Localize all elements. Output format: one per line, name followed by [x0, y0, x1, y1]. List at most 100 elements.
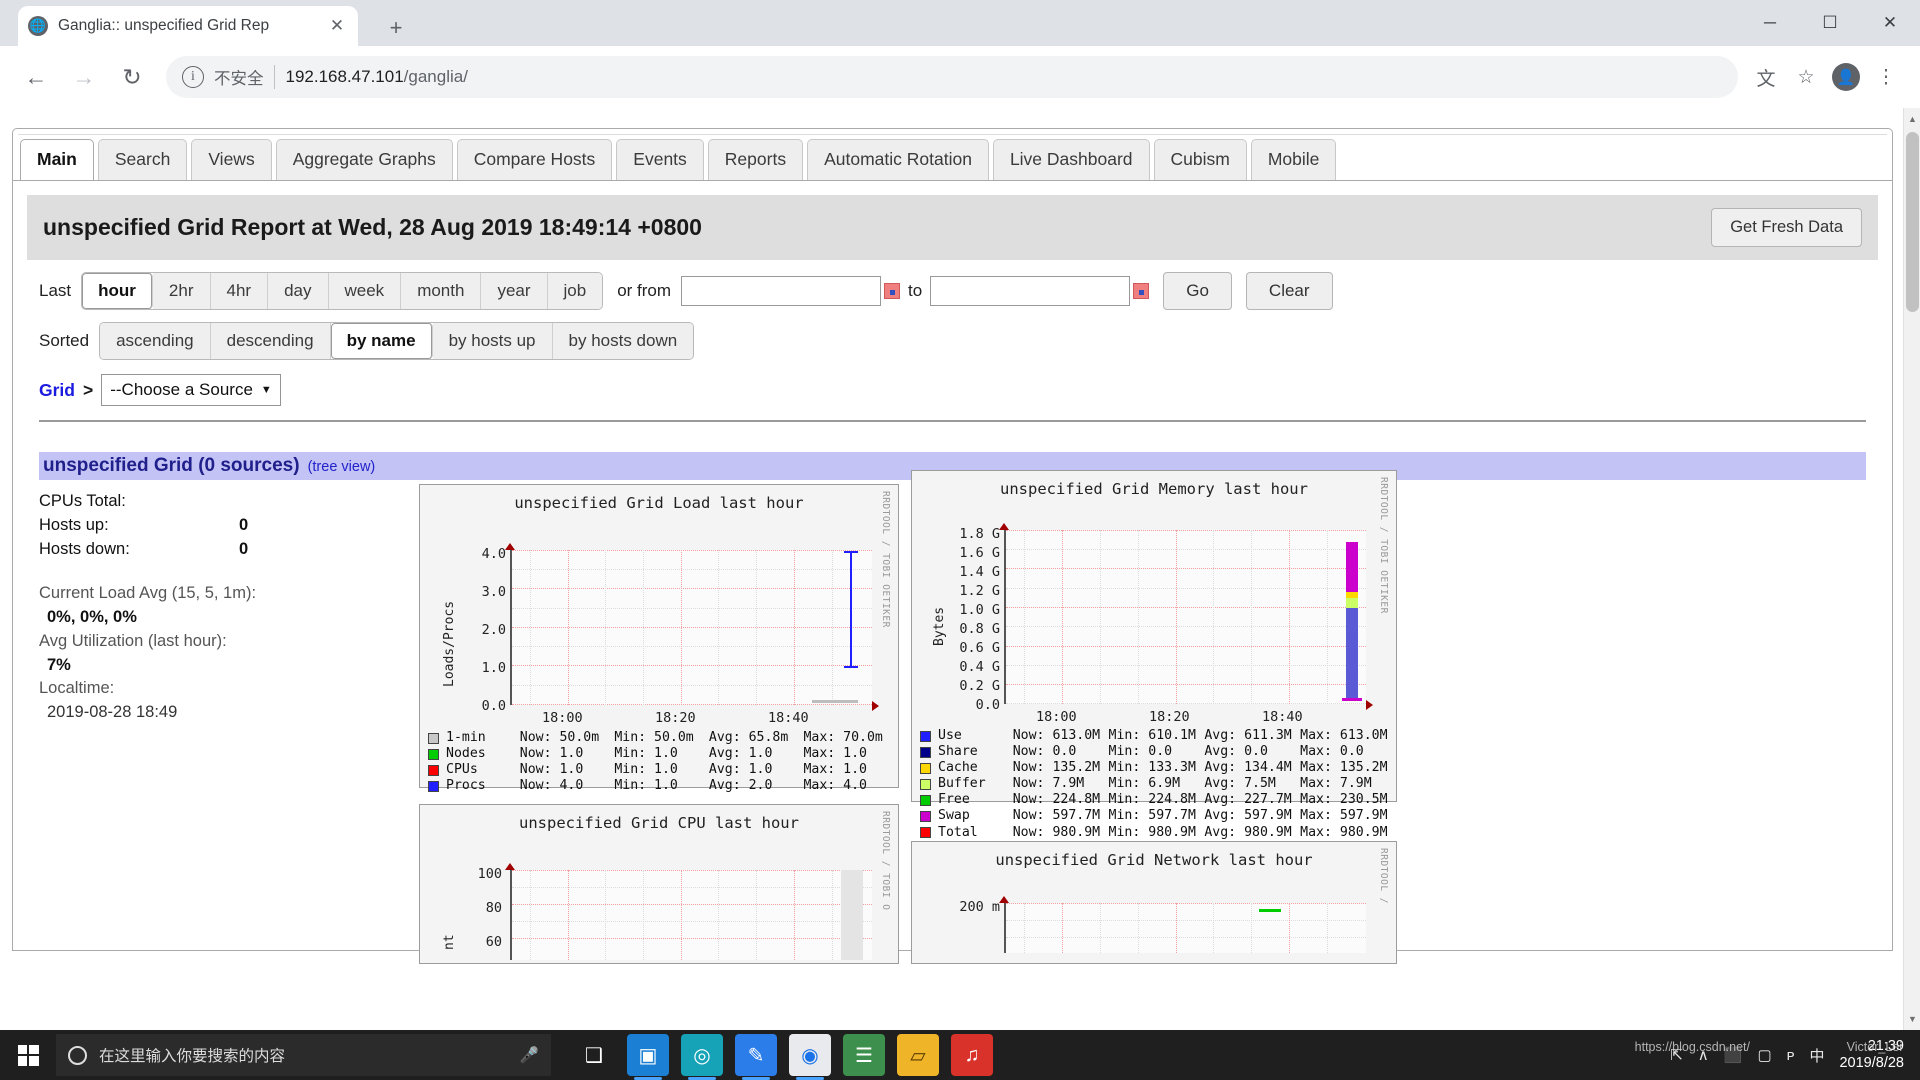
sort-ascending[interactable]: ascending [100, 323, 211, 359]
chrome-menu-icon[interactable]: ⋮ [1866, 57, 1906, 97]
memory-y-arrow-icon [999, 523, 1009, 530]
legend-max-free: Max: 230.5M [1300, 792, 1396, 808]
grid-network-graph[interactable]: unspecified Grid Network last hour RRDTO… [911, 841, 1397, 964]
grid-cpu-graph[interactable]: unspecified Grid CPU last hour RRDTOOL /… [419, 804, 899, 964]
app-pen-icon[interactable]: ✎ [735, 1034, 777, 1076]
cpu-y-axis-label: nt [442, 934, 457, 950]
address-bar[interactable]: i 不安全 192.168.47.101/ganglia/ [166, 56, 1738, 98]
reload-icon[interactable]: ↻ [110, 55, 154, 99]
browser-tab[interactable]: 🌐 Ganglia:: unspecified Grid Rep ✕ [18, 6, 358, 46]
tab-views[interactable]: Views [191, 139, 271, 180]
tab-cubism[interactable]: Cubism [1154, 139, 1247, 180]
scroll-down-icon[interactable]: ▼ [1904, 1010, 1920, 1028]
from-date-input[interactable] [681, 276, 881, 306]
scrollbar-thumb[interactable] [1906, 132, 1919, 312]
get-fresh-data-button[interactable]: Get Fresh Data [1711, 208, 1862, 247]
legend-swatch-swap [920, 811, 931, 822]
browser-toolbar: ← → ↻ i 不安全 192.168.47.101/ganglia/ 文 ☆ … [0, 46, 1920, 108]
legend-min-swap: Min: 597.7M [1109, 808, 1205, 824]
app-spiral-icon[interactable]: ◎ [681, 1034, 723, 1076]
tab-main[interactable]: Main [20, 139, 94, 180]
legend-name-use: Use [938, 728, 1013, 744]
microphone-icon[interactable]: 🎤 [520, 1046, 539, 1065]
file-explorer-icon[interactable]: ▱ [897, 1034, 939, 1076]
tab-compare-hosts[interactable]: Compare Hosts [457, 139, 613, 180]
legend-max-cpus: Max: 1.0 [803, 762, 898, 778]
mem-ytick-9: 0.0 [936, 697, 1000, 713]
translate-icon[interactable]: 文 [1746, 57, 1786, 97]
back-icon[interactable]: ← [14, 55, 58, 99]
security-status-label: 不安全 [214, 65, 275, 89]
close-window-button[interactable]: ✕ [1860, 0, 1920, 46]
page-scrollbar[interactable]: ▲ ▼ [1903, 108, 1920, 1030]
task-view-icon[interactable]: ❑ [573, 1034, 615, 1076]
chrome-icon[interactable]: ◉ [789, 1034, 831, 1076]
taskbar-search-box[interactable]: 在这里输入你要搜索的内容 🎤 [56, 1034, 551, 1076]
range-month[interactable]: month [401, 273, 481, 309]
app-blue-icon[interactable]: ▣ [627, 1034, 669, 1076]
new-tab-button[interactable]: + [380, 12, 412, 44]
app-green-icon[interactable]: ☰ [843, 1034, 885, 1076]
localtime-label: Localtime: [39, 677, 419, 701]
close-icon[interactable]: ✕ [326, 16, 348, 36]
tree-view-link[interactable]: (tree view) [308, 459, 376, 475]
legend-row: Cache Now: 135.2M Min: 133.3M Avg: 134.4… [912, 760, 1396, 776]
tab-reports[interactable]: Reports [708, 139, 803, 180]
tab-events[interactable]: Events [616, 139, 704, 180]
start-button[interactable] [0, 1030, 56, 1080]
minimize-button[interactable]: ─ [1740, 0, 1800, 46]
choose-source-select[interactable]: --Choose a Source ▼ [101, 374, 281, 406]
clear-button[interactable]: Clear [1246, 272, 1333, 310]
range-hour[interactable]: hour [82, 273, 153, 309]
site-info-icon[interactable]: i [182, 66, 204, 88]
grid-load-graph[interactable]: unspecified Grid Load last hour RRDTOOL … [419, 484, 899, 788]
mem-ytick-5: 0.8 G [936, 621, 1000, 637]
load-ytick-4: 4.0 [444, 546, 506, 562]
tab-live-dashboard[interactable]: Live Dashboard [993, 139, 1150, 180]
tab-search[interactable]: Search [98, 139, 187, 180]
mem-ytick-3: 1.2 G [936, 583, 1000, 599]
mem-ytick-0: 1.8 G [936, 526, 1000, 542]
tab-title: Ganglia:: unspecified Grid Rep [58, 17, 326, 35]
tray-ime-icon[interactable]: 中 [1809, 1045, 1824, 1066]
profile-avatar[interactable]: 👤 [1826, 57, 1866, 97]
sort-group: ascending descending by name by hosts up… [99, 322, 694, 360]
cpu-graph-title: unspecified Grid CPU last hour [420, 805, 898, 832]
sort-by-hosts-up[interactable]: by hosts up [433, 323, 553, 359]
sort-descending[interactable]: descending [211, 323, 331, 359]
netease-music-icon[interactable]: ♫ [951, 1034, 993, 1076]
stat-label-hosts-down: Hosts down: [39, 538, 239, 562]
range-job[interactable]: job [548, 273, 603, 309]
mem-ytick-2: 1.4 G [936, 564, 1000, 580]
range-4hr[interactable]: 4hr [211, 273, 269, 309]
calendar-icon[interactable] [884, 283, 900, 299]
tray-network-icon[interactable]: ▢ [1757, 1046, 1771, 1064]
tab-automatic-rotation[interactable]: Automatic Rotation [807, 139, 989, 180]
go-button[interactable]: Go [1163, 272, 1232, 310]
legend-now-cpus: Now: 1.0 [520, 762, 615, 778]
scroll-up-icon[interactable]: ▲ [1904, 110, 1920, 128]
grid-memory-graph[interactable]: unspecified Grid Memory last hour RRDTOO… [911, 470, 1397, 802]
sort-by-hosts-down[interactable]: by hosts down [553, 323, 694, 359]
range-2hr[interactable]: 2hr [153, 273, 211, 309]
toolbar-icon-group: 文 ☆ 👤 ⋮ [1746, 57, 1906, 97]
cpu-ytick-80: 80 [440, 900, 502, 916]
sort-by-name[interactable]: by name [331, 323, 433, 359]
legend-min-procs: Min: 1.0 [614, 778, 709, 794]
legend-row: Use Now: 613.0M Min: 610.1M Avg: 611.3M … [912, 728, 1396, 744]
maximize-button[interactable]: ☐ [1800, 0, 1860, 46]
calendar-icon-2[interactable] [1133, 283, 1149, 299]
to-date-input[interactable] [930, 276, 1130, 306]
tab-aggregate-graphs[interactable]: Aggregate Graphs [276, 139, 453, 180]
bookmark-star-icon[interactable]: ☆ [1786, 57, 1826, 97]
range-week[interactable]: week [329, 273, 402, 309]
range-year[interactable]: year [481, 273, 547, 309]
breadcrumb-grid-link[interactable]: Grid [39, 380, 75, 401]
load-ytick-0: 0.0 [444, 698, 506, 714]
legend-avg-free: Avg: 227.7M [1204, 792, 1300, 808]
forward-icon[interactable]: → [62, 55, 106, 99]
tab-mobile[interactable]: Mobile [1251, 139, 1337, 180]
range-day[interactable]: day [268, 273, 328, 309]
legend-name-swap: Swap [938, 808, 1013, 824]
tray-volume-icon[interactable]: ᴘ [1787, 1047, 1795, 1064]
